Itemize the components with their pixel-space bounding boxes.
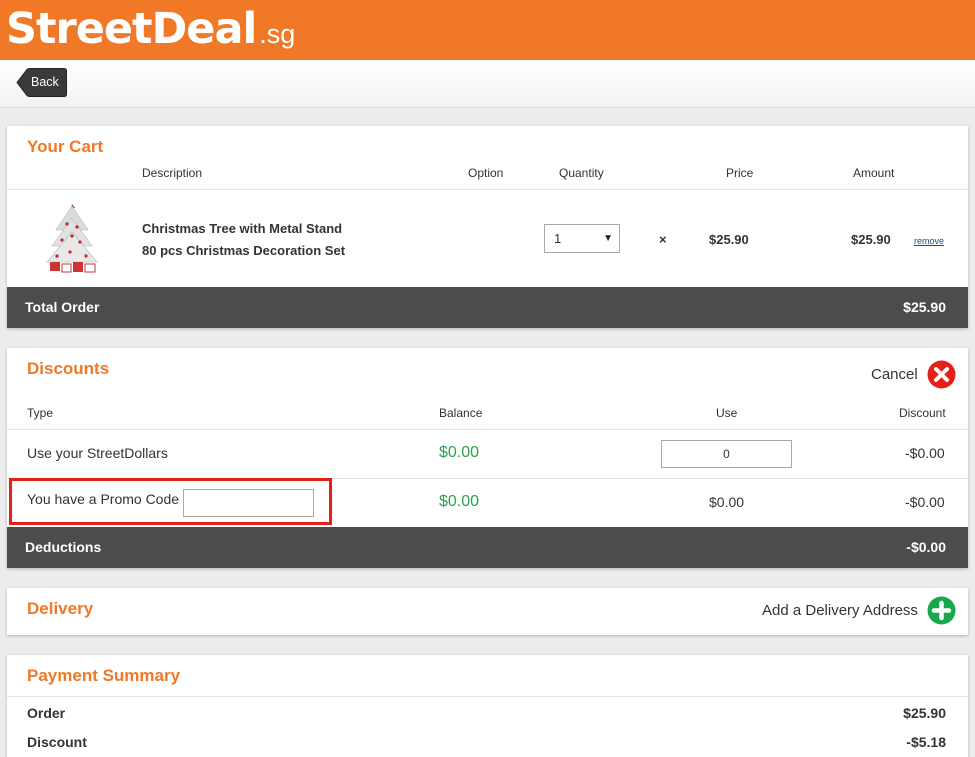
- divider: [7, 189, 968, 190]
- christmas-tree-icon[interactable]: [42, 200, 102, 276]
- summary-order-value: $25.90: [903, 705, 946, 721]
- item-amount: $25.90: [851, 232, 891, 247]
- payment-summary-section: Payment Summary Order $25.90 Discount -$…: [7, 655, 968, 757]
- cancel-label[interactable]: Cancel: [871, 366, 918, 383]
- summary-discount-label: Discount: [27, 734, 87, 750]
- cart-title: Your Cart: [27, 137, 104, 156]
- streetdollars-input[interactable]: 0: [661, 440, 792, 468]
- delivery-section: Delivery Add a Delivery Address: [7, 588, 968, 635]
- delivery-title: Delivery: [27, 599, 94, 618]
- chevron-down-icon: ▼: [603, 233, 613, 244]
- divider: [7, 696, 968, 697]
- add-delivery-icon[interactable]: [927, 596, 956, 625]
- promo-use: $0.00: [709, 494, 745, 510]
- promo-discount: -$0.00: [905, 494, 945, 510]
- discounts-section: Discounts Cancel Type Balance Use Discou…: [7, 348, 968, 568]
- item-price: $25.90: [709, 232, 749, 247]
- cart-section: Your Cart Description Option Quantity Pr…: [7, 126, 968, 328]
- logo-tld: .sg: [259, 19, 296, 49]
- quantity-value: 1: [554, 231, 562, 246]
- col-amount: Amount: [853, 166, 895, 180]
- deductions-value: -$0.00: [906, 539, 946, 555]
- payment-summary-title: Payment Summary: [27, 666, 181, 685]
- col-option: Option: [468, 166, 504, 180]
- multiply-sign: ×: [659, 232, 667, 247]
- streetdollars-balance: $0.00: [439, 444, 480, 461]
- item-name-line1[interactable]: Christmas Tree with Metal Stand: [142, 221, 342, 236]
- back-button[interactable]: Back: [16, 68, 67, 97]
- deductions-label: Deductions: [25, 539, 102, 555]
- col-quantity: Quantity: [559, 166, 604, 180]
- promo-highlight-box: [9, 478, 332, 525]
- back-label: Back: [31, 75, 59, 89]
- col-discount: Discount: [899, 406, 946, 420]
- promo-balance: $0.00: [439, 493, 480, 510]
- streetdollars-discount: -$0.00: [905, 445, 945, 461]
- total-order-label: Total Order: [25, 299, 100, 315]
- add-delivery-label[interactable]: Add a Delivery Address: [762, 602, 918, 619]
- total-order-bar: Total Order $25.90: [7, 287, 968, 328]
- col-use: Use: [716, 406, 738, 420]
- summary-discount-value: -$5.18: [906, 734, 946, 750]
- divider: [7, 429, 968, 430]
- quantity-select[interactable]: 1 ▼: [544, 224, 620, 253]
- col-type: Type: [27, 406, 54, 420]
- summary-order-label: Order: [27, 705, 66, 721]
- site-logo[interactable]: StreetDeal .sg: [6, 4, 295, 54]
- navigation-bar: Back: [0, 60, 975, 108]
- col-description: Description: [142, 166, 203, 180]
- discounts-title: Discounts: [27, 359, 110, 378]
- cancel-icon[interactable]: [927, 360, 956, 389]
- deductions-bar: Deductions -$0.00: [7, 527, 968, 568]
- col-price: Price: [726, 166, 754, 180]
- remove-link[interactable]: remove: [914, 236, 944, 246]
- item-name-line2[interactable]: 80 pcs Christmas Decoration Set: [142, 243, 345, 258]
- logo-text: StreetDeal: [6, 4, 257, 54]
- streetdollars-label: Use your StreetDollars: [27, 445, 168, 461]
- site-header: StreetDeal .sg: [0, 0, 975, 60]
- total-order-value: $25.90: [903, 299, 946, 315]
- col-balance: Balance: [439, 406, 483, 420]
